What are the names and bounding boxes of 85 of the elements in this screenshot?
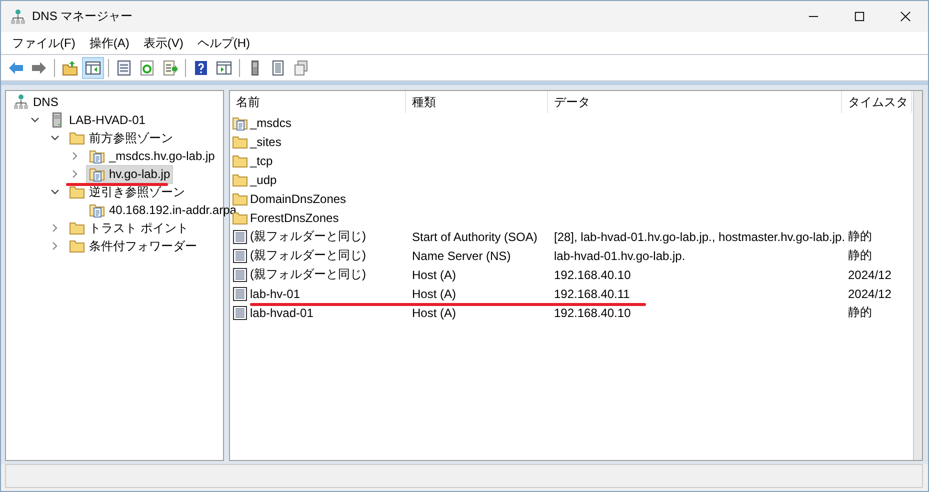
record-icon <box>232 248 248 264</box>
scrollbar[interactable] <box>913 91 922 460</box>
table-cell-text: Host (A) <box>411 286 458 300</box>
table-cell[interactable]: (親フォルダーと同じ) <box>250 228 366 245</box>
help-icon <box>193 60 209 76</box>
tree-item[interactable]: 条件付フォワーダー <box>66 236 200 256</box>
menu-item[interactable]: ヘルプ(H) <box>190 34 257 52</box>
expand-icon[interactable] <box>50 241 60 251</box>
back-arrow-icon <box>8 60 24 76</box>
collapse-icon[interactable] <box>50 133 60 143</box>
table-cell-text: Host (A) <box>411 306 458 320</box>
list-icon <box>270 60 286 76</box>
record-icon <box>232 228 248 244</box>
folder-icon <box>69 220 85 236</box>
close-icon <box>900 11 910 22</box>
table-cell[interactable]: _udp <box>250 172 277 186</box>
table-cell[interactable]: _sites <box>250 134 282 148</box>
properties-icon <box>116 60 132 76</box>
folder-icon <box>232 190 248 206</box>
tree-item[interactable]: 前方参照ゾーン <box>66 128 176 148</box>
folder-icon <box>232 134 248 150</box>
collapse-icon[interactable] <box>30 115 40 125</box>
tree-item[interactable]: トラスト ポイント <box>66 218 192 238</box>
table-cell[interactable]: _msdcs <box>250 116 292 130</box>
network-icon <box>13 94 29 110</box>
zone-icon <box>89 148 105 164</box>
table-cell-text: 静的 <box>847 247 873 264</box>
window-title: DNS マネージャー <box>32 8 133 25</box>
network-icon <box>10 8 26 24</box>
table-cell-text: 192.168.40.11 <box>553 286 631 300</box>
folder-icon <box>69 184 85 200</box>
column-header[interactable]: タイムスタ <box>842 91 912 113</box>
tree-item[interactable]: hv.go-lab.jp <box>86 164 174 184</box>
expand-icon[interactable] <box>50 223 60 233</box>
folder-icon <box>232 152 248 168</box>
tree-item[interactable]: _msdcs.hv.go-lab.jp <box>86 146 218 166</box>
pane-icon <box>85 60 101 76</box>
forward-arrow-icon <box>31 60 47 76</box>
table-cell[interactable]: (親フォルダーと同じ) <box>250 266 366 283</box>
collapse-icon[interactable] <box>50 187 60 197</box>
refresh-icon <box>139 60 155 76</box>
column-header[interactable]: データ <box>548 91 842 113</box>
table-cell[interactable]: ForestDnsZones <box>250 210 339 224</box>
toolbar-button[interactable] <box>82 56 104 78</box>
expand-icon[interactable] <box>70 169 80 179</box>
table-cell-text: Name Server (NS) <box>411 248 512 262</box>
pane-icon <box>216 60 232 76</box>
column-header[interactable]: 名前 <box>230 91 406 113</box>
table-cell-text: 静的 <box>847 228 873 245</box>
column-header[interactable]: 種類 <box>406 91 548 113</box>
tree-item[interactable]: 40.168.192.in-addr.arpa <box>86 200 240 220</box>
table-cell-text: 192.168.40.10 <box>553 306 632 320</box>
table-cell-text: lab-hvad-01.hv.go-lab.jp. <box>553 248 686 262</box>
table-cell-text: 2024/12 <box>847 268 892 282</box>
tree-item[interactable]: DNS <box>10 92 62 112</box>
menu-item[interactable]: ファイル(F) <box>5 34 82 52</box>
table-cell[interactable]: lab-hvad-01 <box>250 306 314 320</box>
folder-icon <box>69 238 85 254</box>
table-cell-text: 静的 <box>847 304 873 321</box>
maximize-icon <box>854 11 864 22</box>
table-cell-text: Host (A) <box>411 268 458 282</box>
table-cell-text: Start of Authority (SOA) <box>411 230 538 244</box>
menu-item[interactable]: 表示(V) <box>136 34 190 52</box>
record-icon <box>232 304 248 320</box>
folder-up-icon <box>62 60 78 76</box>
menu-item[interactable]: 操作(A) <box>82 34 136 52</box>
record-icon <box>232 286 248 302</box>
export-icon <box>162 60 178 76</box>
expand-icon[interactable] <box>70 151 80 161</box>
table-cell[interactable]: DomainDnsZones <box>250 192 346 206</box>
folder-icon <box>69 130 85 146</box>
table-cell-text: 192.168.40.10 <box>553 268 632 282</box>
tree-item[interactable]: LAB-HVAD-01 <box>46 110 148 130</box>
zone-icon <box>89 202 105 218</box>
zone-icon <box>89 166 105 182</box>
table-cell[interactable]: (親フォルダーと同じ) <box>250 247 366 264</box>
table-cell[interactable]: _tcp <box>250 154 273 168</box>
copy-icon <box>293 60 309 76</box>
tree-item[interactable]: 逆引き参照ゾーン <box>66 182 188 202</box>
table-cell-text: [28], lab-hvad-01.hv.go-lab.jp., hostmaster.hv.go-lab.jp. <box>553 230 842 244</box>
table-cell-text: 2024/12 <box>847 286 892 300</box>
table-cell[interactable]: lab-hv-01 <box>250 286 300 300</box>
zone-icon <box>232 114 248 130</box>
record-icon <box>232 266 248 282</box>
folder-icon <box>232 172 248 188</box>
